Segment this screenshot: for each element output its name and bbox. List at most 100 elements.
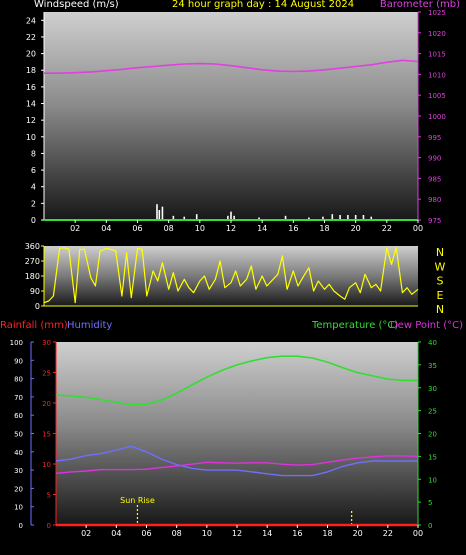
windspeed-tick-label: 8: [31, 149, 36, 158]
dew-point-axis-title: Dew Point (°C): [389, 320, 463, 331]
windspeed-bar: [322, 216, 324, 219]
chart1-time-tick-label: 16: [288, 224, 298, 233]
chart3-time-tick-label: 10: [202, 529, 212, 538]
compass-label-n: N: [436, 303, 444, 316]
windspeed-tick-label: 24: [26, 16, 36, 25]
windspeed-bar: [339, 215, 341, 219]
chart1-time-tick-label: 18: [319, 224, 329, 233]
direction-tick-label: 270: [25, 257, 40, 266]
windspeed-bar: [161, 206, 164, 219]
temperature-tick-label: 30: [428, 385, 437, 393]
barometer-tick-label: 985: [428, 175, 441, 183]
temperature-tick-label: 35: [428, 362, 437, 370]
humidity-tick-label: 50: [14, 431, 23, 439]
barometer-tick-label: 1010: [428, 71, 446, 79]
chart1-time-tick-label: 00: [413, 224, 423, 233]
chart1-time-tick-label: 04: [101, 224, 111, 233]
chart1-time-tick-label: 22: [382, 224, 392, 233]
windspeed-bar: [227, 215, 229, 219]
compass-label-e: E: [437, 289, 444, 302]
windspeed-bar: [258, 217, 260, 219]
windspeed-tick-label: 10: [26, 133, 36, 142]
chart3-time-tick-label: 04: [111, 529, 121, 538]
chart3-time-tick-label: 02: [81, 529, 91, 538]
compass-label-s: S: [437, 275, 444, 288]
windspeed-tick-label: 2: [31, 199, 36, 208]
temperature-tick-label: 40: [428, 339, 437, 347]
windspeed-tick-label: 6: [31, 166, 36, 175]
windspeed-bar: [284, 215, 287, 219]
windspeed-tick-label: 0: [31, 216, 36, 225]
chart1-time-tick-label: 08: [164, 224, 174, 233]
barometer-tick-label: 1025: [428, 9, 446, 17]
barometer-tick-label: 1005: [428, 92, 446, 100]
windspeed-bar: [354, 215, 357, 219]
direction-tick-label: 90: [30, 287, 40, 296]
rain-humidity-temperature-chart: 0102030405060708090100051015202530051015…: [10, 339, 437, 538]
windspeed-bar: [183, 216, 186, 219]
humidity-axis-title: Humidity: [67, 320, 113, 331]
plot-area: [56, 342, 418, 525]
chart1-time-tick-label: 06: [132, 224, 142, 233]
windspeed-bar: [362, 215, 365, 219]
chart1-time-tick-label: 10: [195, 224, 205, 233]
chart3-time-tick-label: 08: [172, 529, 182, 538]
windspeed-bar: [308, 217, 310, 219]
humidity-tick-label: 90: [14, 357, 23, 365]
temperature-tick-label: 15: [428, 453, 437, 461]
rainfall-axis-title: Rainfall (mm): [0, 320, 68, 331]
barometer-tick-label: 995: [428, 134, 441, 142]
rainfall-tick-label: 25: [42, 370, 51, 378]
rainfall-tick-label: 10: [42, 461, 51, 469]
chart3-time-tick-label: 14: [262, 529, 272, 538]
rainfall-tick-label: 5: [47, 492, 51, 500]
rainfall-tick-label: 30: [42, 339, 51, 347]
chart3-time-tick-label: 00: [413, 529, 423, 538]
windspeed-tick-label: 20: [26, 50, 36, 59]
windspeed-bar: [172, 215, 175, 219]
windspeed-bar: [331, 214, 334, 219]
temperature-tick-label: 25: [428, 408, 437, 416]
windspeed-tick-label: 4: [31, 183, 36, 192]
compass-label-w: W: [435, 260, 446, 273]
temperature-tick-label: 5: [428, 499, 432, 507]
windspeed-tick-label: 22: [26, 33, 36, 42]
humidity-tick-label: 10: [14, 504, 23, 512]
chart1-time-tick-label: 14: [257, 224, 267, 233]
rainfall-tick-label: 0: [47, 522, 51, 530]
humidity-tick-label: 80: [14, 376, 23, 384]
sunrise-label: Sun Rise: [120, 496, 155, 505]
windspeed-bar: [195, 214, 198, 219]
humidity-tick-label: 20: [14, 485, 23, 493]
compass-label-n: N: [436, 246, 444, 259]
bottom-header: Rainfall (mm) Humidity Temperature (°C) …: [0, 320, 466, 334]
humidity-tick-label: 60: [14, 412, 23, 420]
windspeed-tick-label: 14: [26, 100, 36, 109]
windspeed-bar: [230, 211, 232, 219]
chart3-time-tick-label: 16: [292, 529, 302, 538]
chart3-time-tick-label: 06: [141, 529, 151, 538]
windspeed-tick-label: 12: [26, 116, 36, 125]
barometer-tick-label: 990: [428, 155, 441, 163]
rainfall-tick-label: 15: [42, 431, 51, 439]
humidity-tick-label: 0: [19, 522, 23, 530]
barometer-tick-label: 975: [428, 217, 441, 225]
plot-area: [44, 12, 418, 220]
rainfall-tick-label: 20: [42, 400, 51, 408]
chart3-time-tick-label: 12: [232, 529, 242, 538]
windspeed-bar: [233, 215, 235, 219]
temperature-axis-title: Temperature (°C): [312, 320, 399, 331]
windspeed-tick-label: 16: [26, 83, 36, 92]
weather-graph-page: Windspeed (m/s) 24 hour graph day : 14 A…: [0, 0, 466, 555]
chart3-time-tick-label: 20: [353, 529, 363, 538]
direction-tick-label: 180: [25, 272, 40, 281]
windspeed-bar: [370, 216, 373, 219]
humidity-tick-label: 70: [14, 394, 23, 402]
direction-tick-label: 0: [35, 302, 40, 311]
barometer-tick-label: 1015: [428, 51, 446, 59]
wind-direction-chart: 090180270360 NWSEN: [25, 242, 446, 316]
humidity-tick-label: 100: [10, 339, 23, 347]
windspeed-bar: [347, 215, 349, 219]
direction-tick-label: 360: [25, 242, 40, 251]
humidity-tick-label: 40: [14, 449, 23, 457]
